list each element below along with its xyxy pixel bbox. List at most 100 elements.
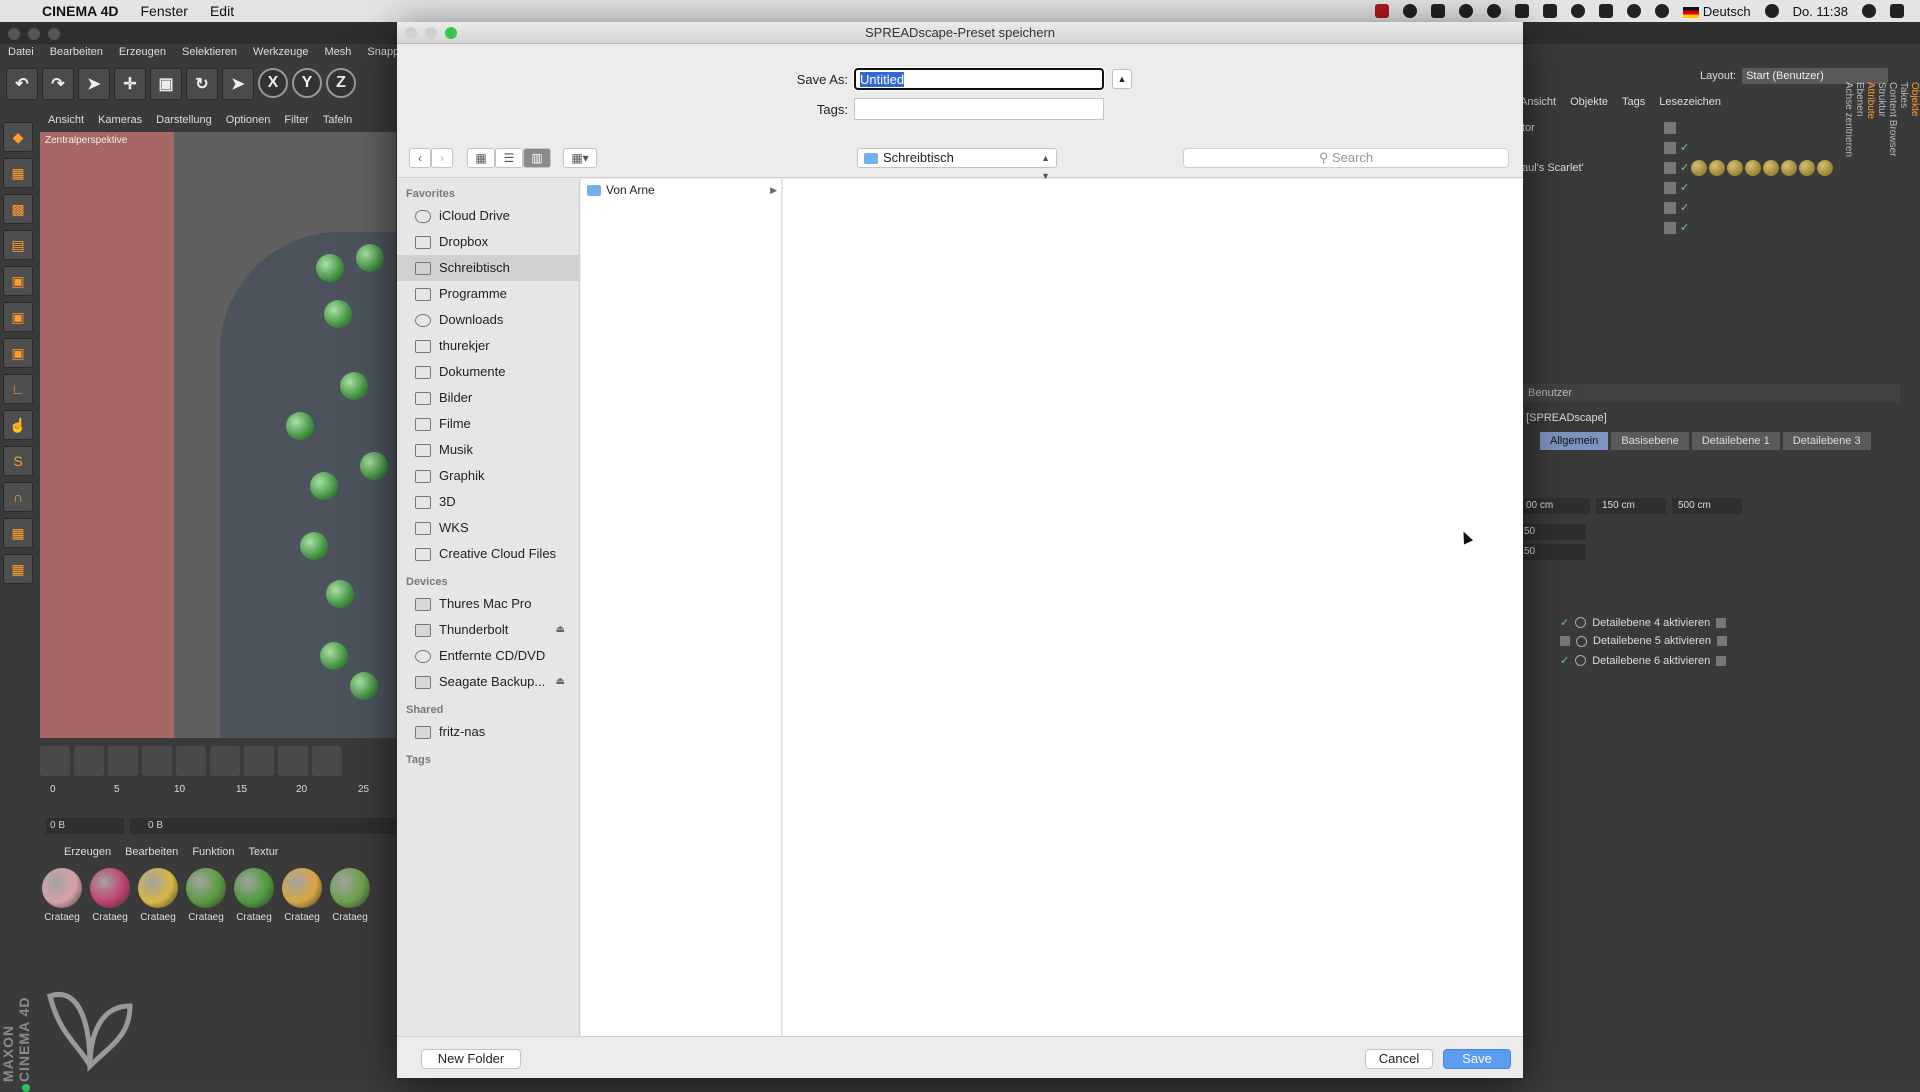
vp-menu-ansicht[interactable]: Ansicht (48, 114, 84, 132)
check-icon[interactable]: ✓ (1560, 616, 1569, 629)
save-button[interactable]: Save (1443, 1049, 1511, 1069)
motion-icon[interactable] (108, 746, 138, 776)
check-icon[interactable]: ✓ (1560, 654, 1569, 667)
enabled-check-icon[interactable]: ✓ (1680, 158, 1689, 178)
render-icon[interactable] (210, 746, 240, 776)
sidebar-item-icloud-drive[interactable]: iCloud Drive (397, 203, 579, 229)
material-tag-icon[interactable] (1745, 160, 1762, 176)
menu-app-name[interactable]: CINEMA 4D (42, 3, 119, 19)
material-tag-icon[interactable] (1799, 160, 1816, 176)
mat-menu-bearbeiten[interactable]: Bearbeiten (125, 846, 178, 858)
snapping-icon[interactable]: S (3, 446, 33, 476)
side-tab-struktur[interactable]: Struktur (1876, 82, 1887, 564)
vp-menu-optionen[interactable]: Optionen (226, 114, 271, 132)
list-item[interactable]: Von Arne ▶ (581, 179, 781, 201)
expand-collapse-button[interactable]: ▲ (1112, 69, 1132, 89)
detail-checkbox[interactable] (1716, 617, 1727, 628)
enabled-check-icon[interactable]: ✓ (1680, 138, 1689, 158)
search-field[interactable]: ⚲ Search (1183, 148, 1509, 168)
size-y-field[interactable]: 150 cm (1596, 498, 1666, 514)
check-icon[interactable] (1560, 636, 1570, 646)
column-view-button[interactable]: ▥ (523, 148, 551, 168)
rotate-icon[interactable]: ↻ (186, 68, 218, 100)
keyframe-icon[interactable] (40, 746, 70, 776)
visibility-toggle[interactable] (1664, 182, 1676, 194)
3d-viewport[interactable]: Zentralperspektive (40, 132, 396, 738)
tab-detailebene-1[interactable]: Detailebene 1 (1691, 432, 1780, 450)
location-dropdown[interactable]: Schreibtisch ▲ ▼ (857, 148, 1057, 181)
size-z-field[interactable]: 500 cm (1672, 498, 1742, 514)
sidebar-item-seagate[interactable]: Seagate Backup... ⏏ (397, 669, 579, 695)
sidebar-item-mac-pro[interactable]: Thures Mac Pro (397, 591, 579, 617)
bluetooth-icon[interactable] (1654, 4, 1669, 18)
cube-icon[interactable]: ▦ (3, 158, 33, 188)
time-machine-icon[interactable] (1626, 4, 1641, 18)
vp-menu-darstellung[interactable]: Darstellung (156, 114, 212, 132)
sidebar-item-fritz-nas[interactable]: fritz-nas (397, 719, 579, 745)
pen-icon[interactable] (142, 746, 172, 776)
detail-checkbox[interactable] (1716, 655, 1727, 666)
red-status-icon[interactable] (1374, 4, 1389, 18)
obj-menu-lesezeichen[interactable]: Lesezeichen (1659, 96, 1721, 108)
cancel-button[interactable]: Cancel (1365, 1049, 1433, 1069)
detail-checkbox[interactable] (1717, 636, 1728, 646)
dropbox-icon[interactable] (1430, 4, 1445, 18)
visibility-toggle[interactable] (1664, 142, 1676, 154)
icon-view-button[interactable]: ▦ (467, 148, 495, 168)
select-arrow-icon[interactable]: ➤ (78, 68, 110, 100)
z-axis-icon[interactable]: Z (326, 68, 356, 98)
radio-icon[interactable] (1575, 655, 1587, 666)
c4d-menu-selektieren[interactable]: Selektieren (182, 46, 237, 64)
radio-icon[interactable] (1575, 617, 1587, 628)
spotlight-search-icon[interactable] (1862, 4, 1876, 18)
c4d-zoom-button[interactable] (48, 28, 60, 40)
value-field[interactable]: 50 (1520, 524, 1586, 540)
back-button[interactable]: ‹ (409, 148, 431, 168)
render-view-icon[interactable] (176, 746, 206, 776)
sidebar-item-home[interactable]: thurekjer (397, 333, 579, 359)
c4d-menu-datei[interactable]: Datei (8, 46, 34, 64)
tags-input[interactable] (854, 98, 1104, 120)
magnet-icon[interactable]: ∩ (3, 482, 33, 512)
sidebar-item-programme[interactable]: Programme (397, 281, 579, 307)
forward-button[interactable]: › (431, 148, 453, 168)
sidebar-item-dropbox[interactable]: Dropbox (397, 229, 579, 255)
info-icon[interactable] (1458, 4, 1473, 18)
render-settings-icon[interactable] (244, 746, 274, 776)
c4d-menu-mesh[interactable]: Mesh (324, 46, 351, 64)
material-swatch[interactable]: Crataeg (184, 868, 228, 930)
obj-menu-ansicht[interactable]: Ansicht (1520, 96, 1556, 108)
sidebar-item-wks[interactable]: WKS (397, 515, 579, 541)
notification-center-icon[interactable] (1890, 4, 1904, 18)
enabled-check-icon[interactable]: ✓ (1680, 178, 1689, 198)
scale-icon[interactable]: ▣ (150, 68, 182, 100)
sidebar-item-bilder[interactable]: Bilder (397, 385, 579, 411)
c4d-menu-erzeugen[interactable]: Erzeugen (119, 46, 166, 64)
vp-menu-tafeln[interactable]: Tafeln (323, 114, 352, 132)
visibility-toggle[interactable] (1664, 122, 1676, 134)
value-field[interactable]: 50 (1520, 544, 1586, 560)
c4d-close-button[interactable] (8, 28, 20, 40)
dialog-minimize-button[interactable] (425, 27, 437, 39)
c4d-menu-bearbeiten[interactable]: Bearbeiten (50, 46, 103, 64)
grid-icon[interactable]: ▦ (3, 518, 33, 548)
mat-menu-funktion[interactable]: Funktion (192, 846, 234, 858)
sidebar-item-dokumente[interactable]: Dokumente (397, 359, 579, 385)
visibility-toggle[interactable] (1664, 202, 1676, 214)
visibility-toggle[interactable] (1664, 162, 1676, 174)
menu-clock[interactable]: Do. 11:38 (1793, 4, 1848, 19)
save-as-input[interactable] (853, 67, 1105, 91)
volume-icon[interactable] (1764, 4, 1779, 18)
undo-icon[interactable]: ↶ (6, 68, 38, 100)
c4d-menu-werkzeuge[interactable]: Werkzeuge (253, 46, 308, 64)
timeline-ruler[interactable]: 0 5 10 15 20 25 (40, 784, 396, 802)
points-mode-icon[interactable]: ▣ (3, 266, 33, 296)
eject-icon[interactable]: ⏏ (556, 669, 565, 695)
tab-basisebene[interactable]: Basisebene (1611, 432, 1689, 450)
material-swatch[interactable]: Crataeg (328, 868, 372, 930)
script-icon[interactable] (1542, 4, 1557, 18)
new-folder-button[interactable]: New Folder (421, 1049, 521, 1069)
vp-menu-kameras[interactable]: Kameras (98, 114, 142, 132)
browser-column-2[interactable] (783, 179, 1523, 1036)
material-swatch[interactable]: Crataeg (88, 868, 132, 930)
